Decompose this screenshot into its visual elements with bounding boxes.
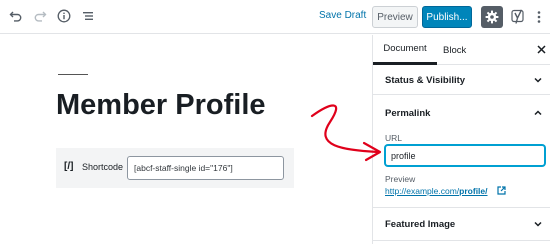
yoast-button[interactable] [509, 7, 527, 27]
panel-permalink[interactable]: Permalink [373, 99, 550, 127]
editor-toolbar: Save Draft Preview Publish... [0, 0, 550, 34]
preview-link-slug: profile/ [459, 186, 488, 196]
settings-sidebar: Document Block Status & Visibility Perma… [372, 35, 550, 244]
title-separator [58, 74, 88, 75]
panel-featured-image-label: Featured Image [385, 218, 456, 230]
shortcode-label: Shortcode [82, 162, 124, 172]
panel-divider [373, 94, 550, 95]
permalink-preview-link[interactable]: http://example.com/profile/ [385, 186, 488, 196]
preview-link-prefix: http://example.com/ [385, 186, 460, 196]
panel-status-visibility[interactable]: Status & Visibility [373, 66, 550, 94]
undo-icon[interactable] [6, 6, 26, 26]
external-link-icon[interactable] [497, 186, 506, 195]
save-draft-link[interactable]: Save Draft [319, 10, 366, 21]
preview-button[interactable]: Preview [372, 6, 418, 28]
tab-block[interactable]: Block [443, 35, 466, 65]
url-slug-input[interactable]: profile [385, 145, 545, 166]
chevron-down-icon [534, 221, 542, 227]
shortcode-input[interactable]: [abcf-staff-single id="176"] [127, 156, 284, 180]
tab-document[interactable]: Document [373, 35, 437, 65]
settings-button[interactable] [481, 6, 503, 28]
panel-permalink-label: Permalink [385, 107, 431, 119]
panel-divider [373, 207, 550, 208]
chevron-down-icon [534, 77, 542, 83]
post-title[interactable]: Member Profile [56, 89, 266, 122]
editor-canvas: Member Profile [/] Shortcode [abcf-staff… [0, 35, 372, 244]
shortcode-icon: [/] [64, 161, 74, 172]
publish-button[interactable]: Publish... [422, 6, 472, 28]
redo-icon[interactable] [30, 6, 50, 26]
shortcode-block[interactable]: [/] Shortcode [abcf-staff-single id="176… [56, 148, 294, 188]
close-sidebar-button[interactable] [535, 43, 547, 55]
chevron-up-icon [534, 110, 542, 116]
settings-gear-icon [485, 10, 499, 24]
more-vertical-icon [537, 11, 541, 23]
url-label: URL [385, 133, 403, 143]
more-options-button[interactable] [534, 7, 544, 27]
panel-status-visibility-label: Status & Visibility [385, 74, 466, 86]
sidebar-tabs: Document Block [373, 35, 550, 65]
info-icon[interactable] [54, 6, 74, 26]
block-navigation-icon[interactable] [78, 6, 98, 26]
panel-divider [373, 240, 550, 241]
close-icon [536, 44, 546, 54]
panel-featured-image[interactable]: Featured Image [373, 210, 550, 238]
permalink-preview-label: Preview [385, 174, 416, 184]
yoast-icon [511, 9, 524, 24]
